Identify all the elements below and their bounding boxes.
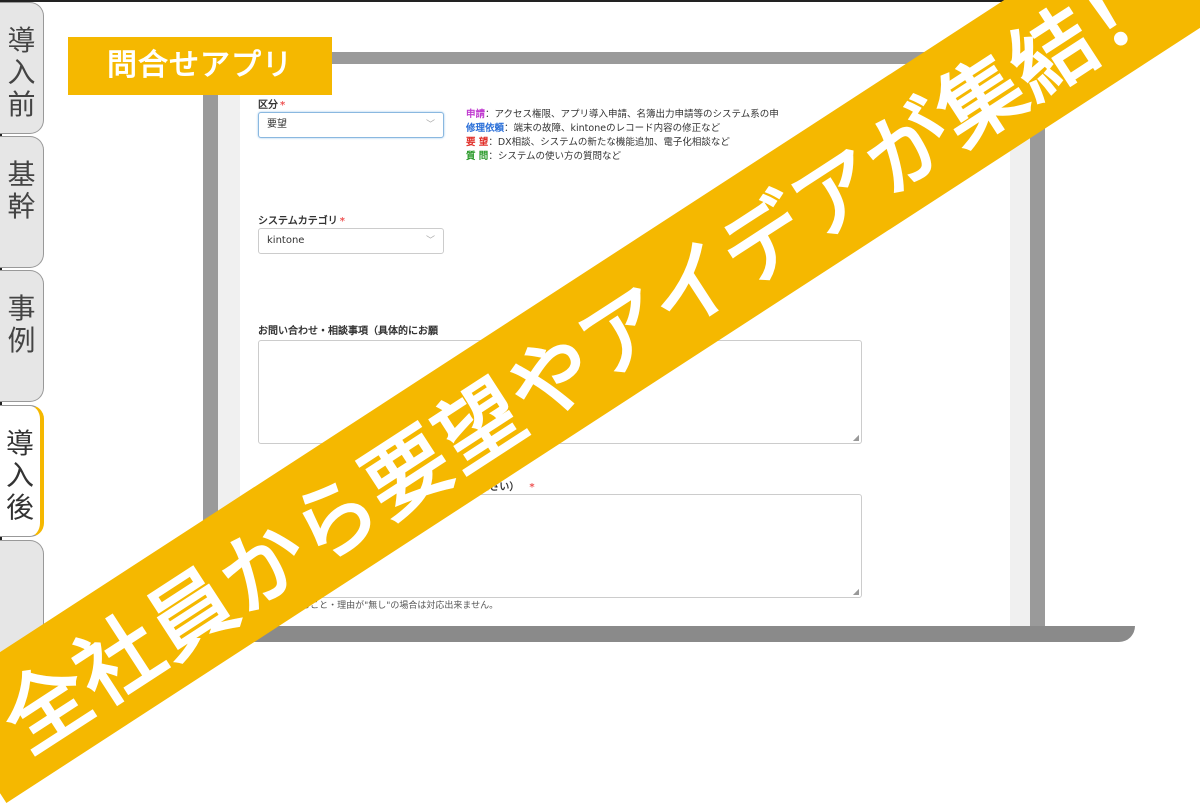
help-line-request: 要 望：DX相談、システムの新たな機能追加、電子化相談など bbox=[466, 137, 730, 148]
tab-label: 導入後 bbox=[5, 427, 34, 524]
laptop-base bbox=[185, 626, 1135, 642]
side-tabs: 導入前 基幹 事例 導入後 bbox=[0, 0, 46, 675]
tab-core-system[interactable]: 基幹 bbox=[0, 136, 44, 268]
system-category-select[interactable]: kintone ﹀ bbox=[258, 228, 444, 254]
system-category-value: kintone bbox=[267, 235, 305, 246]
help-line-apply: 申請：アクセス権限、アプリ導入申請、名簿出力申請等のシステム系の申 bbox=[466, 109, 779, 120]
app-tag: 問合せアプリ bbox=[68, 37, 332, 95]
resize-handle-icon[interactable]: ◢ bbox=[853, 433, 859, 442]
system-category-label: システムカテゴリ * bbox=[258, 216, 345, 227]
category-help: 申請：アクセス権限、アプリ導入申請、名簿出力申請等のシステム系の申 修理依頼：端… bbox=[466, 108, 779, 164]
tab-case-study[interactable]: 事例 bbox=[0, 270, 44, 402]
inquiry-label: お問い合わせ・相談事項（具体的にお願 bbox=[258, 326, 438, 337]
help-line-question: 質 問：システムの使い方の質問など bbox=[466, 151, 622, 162]
category-select[interactable]: 要望 ﹀ bbox=[258, 112, 444, 138]
category-label: 区分 * bbox=[258, 100, 286, 111]
tab-pre-introduction[interactable]: 導入前 bbox=[0, 2, 44, 134]
help-line-repair: 修理依頼：端末の故障、kintoneのレコード内容の修正など bbox=[466, 123, 721, 134]
category-value: 要望 bbox=[267, 119, 287, 130]
chevron-down-icon: ﹀ bbox=[425, 236, 435, 246]
tab-post-introduction[interactable]: 導入後 bbox=[0, 405, 44, 537]
chevron-down-icon: ﹀ bbox=[425, 120, 435, 130]
tab-label: 基幹 bbox=[7, 158, 36, 223]
tab-label: 導入前 bbox=[7, 24, 36, 121]
tab-label: 事例 bbox=[7, 292, 36, 357]
resize-handle-icon[interactable]: ◢ bbox=[853, 587, 859, 596]
